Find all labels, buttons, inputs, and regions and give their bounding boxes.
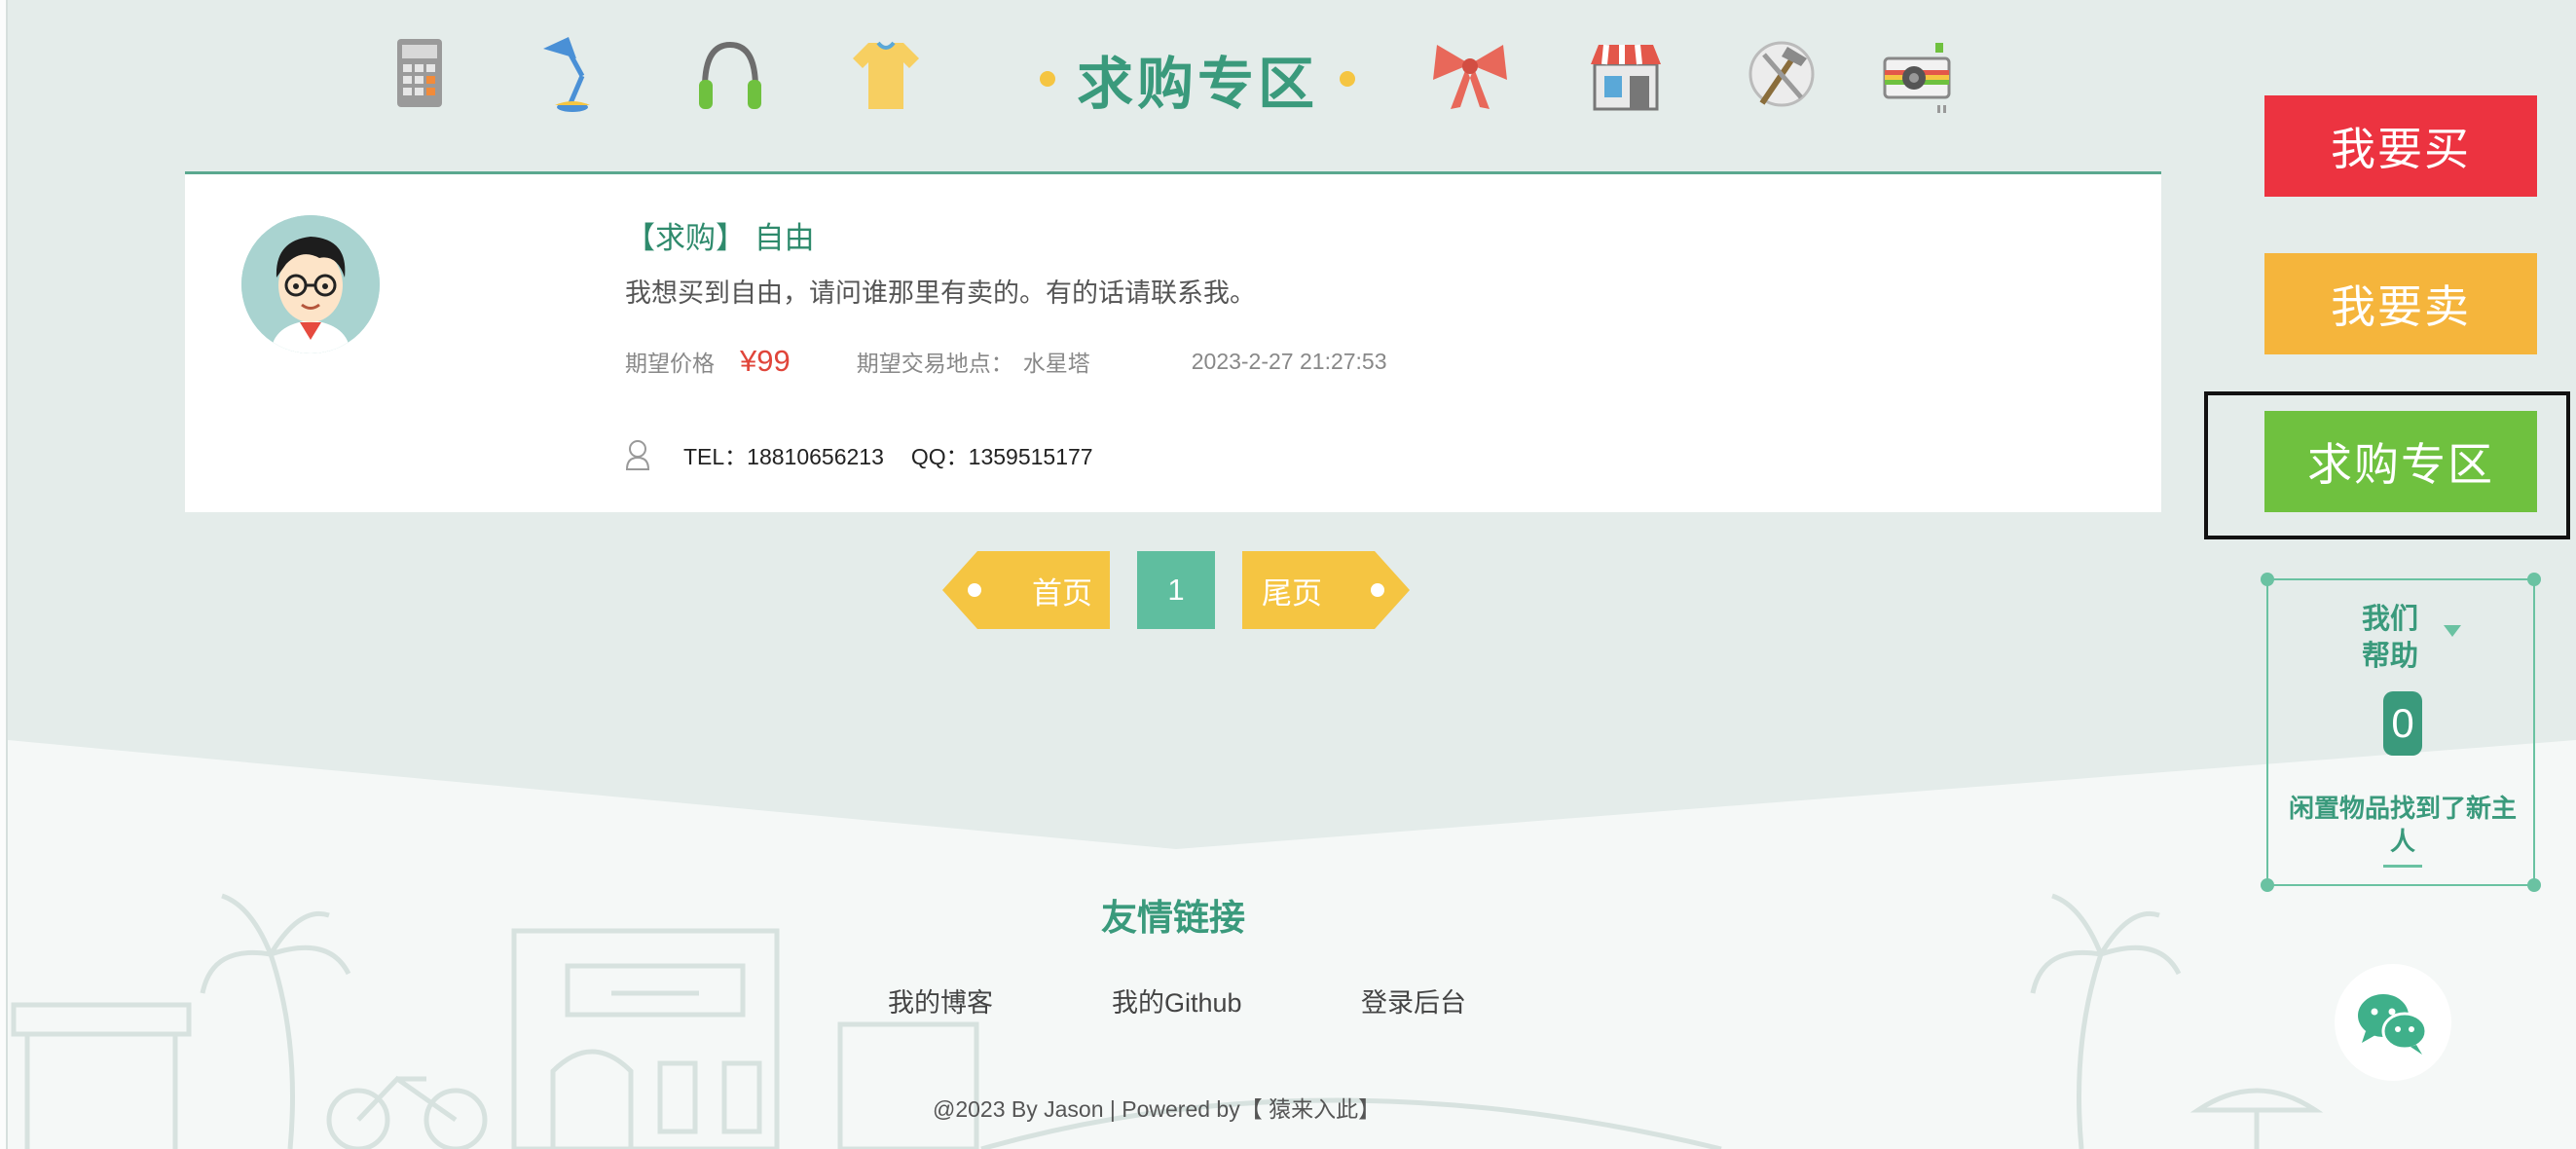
avatar [241, 215, 380, 353]
post-description: 我想买到自由，请问谁那里有卖的。有的话请联系我。 [625, 278, 1256, 308]
contact-tel: TEL：18810656213 [683, 444, 884, 469]
current-page-label: 1 [1167, 573, 1185, 607]
caption-underline [2383, 865, 2422, 868]
tshirt-icon[interactable] [837, 29, 935, 127]
tag-hole [1371, 583, 1384, 597]
contact-qq: QQ：1359515177 [910, 444, 1093, 469]
bow-icon[interactable] [1421, 29, 1519, 127]
zone-title-text: 求购专区 [1076, 51, 1318, 117]
tag-hole [968, 583, 981, 597]
title-dot-left [1039, 71, 1055, 87]
post-meta: 期望价格 ¥99 期望交易地点： 水星塔 2023-2-27 21:27:53 [625, 342, 1387, 381]
footer-link-blog[interactable]: 我的博客 [888, 982, 993, 1019]
category-icon-bar: 求购专区 [370, 29, 1986, 127]
caret-down-icon [2444, 625, 2461, 637]
page-left-edge [0, 0, 8, 1149]
panel-corner [2527, 573, 2541, 586]
user-icon [625, 440, 650, 470]
help-count: 0 [2383, 691, 2422, 756]
desk-lamp-icon[interactable] [526, 29, 623, 127]
calculator-icon[interactable] [370, 29, 467, 127]
last-page-label: 尾页 [1262, 575, 1322, 611]
wechat-button[interactable] [2335, 964, 2451, 1081]
help-caption: 闲置物品找到了新主人 [2288, 795, 2517, 857]
panel-corner [2527, 878, 2541, 892]
zone-title: 求购专区 [1032, 35, 1363, 123]
sell-button[interactable]: 我要卖 [2264, 253, 2537, 354]
first-page-label: 首页 [1032, 575, 1092, 611]
buy-button[interactable]: 我要买 [2264, 95, 2537, 197]
price-value: ¥99 [740, 344, 791, 378]
page-1-button[interactable]: 1 [1137, 551, 1215, 629]
wanted-post-card[interactable]: 【求购】 自由 我想买到自由，请问谁那里有卖的。有的话请联系我。 期望价格 ¥9… [185, 171, 2161, 512]
panel-corner [2261, 878, 2274, 892]
shop-icon[interactable] [1577, 29, 1674, 127]
footer-link-github[interactable]: 我的Github [1112, 982, 1242, 1019]
friendly-links-title: 友情链接 [1101, 896, 1245, 939]
panel-corner [2261, 573, 2274, 586]
post-title[interactable]: 【求购】 自由 [625, 213, 815, 257]
copyright: @2023 By Jason | Powered by【 猿来入此】 [933, 1096, 1381, 1122]
camera-icon[interactable] [1869, 29, 1967, 127]
location-label: 期望交易地点： [856, 351, 1013, 376]
price-label: 期望价格 [625, 351, 715, 376]
footer-link-admin[interactable]: 登录后台 [1361, 982, 1466, 1019]
help-title: 我们帮助 [2361, 602, 2418, 672]
headphones-icon[interactable] [681, 29, 779, 127]
title-dot-right [1340, 71, 1355, 87]
wanted-zone-button[interactable]: 求购专区 [2264, 411, 2537, 512]
tools-icon[interactable] [1733, 29, 1830, 127]
post-datetime: 2023-2-27 21:27:53 [1191, 348, 1387, 374]
last-page-button[interactable]: 尾页 [1242, 551, 1410, 629]
location-value: 水星塔 [1022, 351, 1090, 376]
wechat-icon [2358, 994, 2428, 1055]
contact-info: TEL：18810656213 QQ：1359515177 [625, 435, 1093, 474]
help-counter-panel: 我们帮助 0 闲置物品找到了新主人 [2261, 573, 2541, 892]
first-page-button[interactable]: 首页 [942, 551, 1110, 629]
pagination: 首页 1 尾页 [942, 551, 1410, 629]
